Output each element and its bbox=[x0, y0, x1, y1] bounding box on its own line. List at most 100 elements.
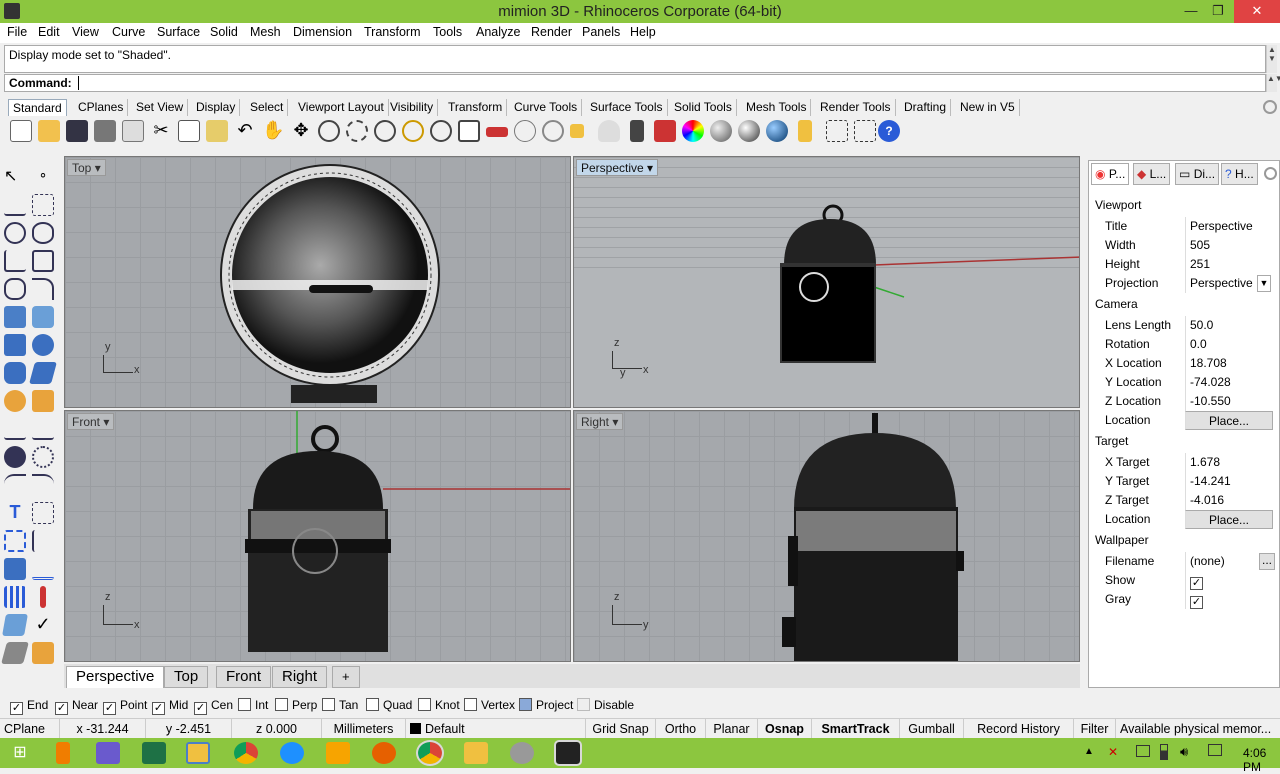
keyboard-icon[interactable] bbox=[1208, 744, 1222, 756]
cut-icon[interactable]: ✂ bbox=[150, 120, 172, 142]
camera-place-button[interactable]: Place... bbox=[1185, 411, 1273, 430]
help-icon[interactable]: ? bbox=[878, 120, 900, 142]
height-field[interactable]: 251 bbox=[1185, 255, 1273, 274]
title-field[interactable]: Perspective bbox=[1185, 217, 1273, 236]
vtab-front[interactable]: Front bbox=[216, 666, 272, 688]
menu-mesh[interactable]: Mesh bbox=[250, 25, 281, 39]
menu-curve[interactable]: Curve bbox=[112, 25, 145, 39]
box-icon[interactable] bbox=[4, 334, 26, 356]
command-line[interactable]: Command: bbox=[4, 74, 1266, 92]
gumball-icon[interactable] bbox=[854, 120, 876, 142]
tray-chevron-icon[interactable]: ▲ bbox=[1084, 746, 1094, 757]
offset-icon[interactable] bbox=[32, 474, 54, 496]
move-view-icon[interactable]: ✥ bbox=[290, 120, 312, 142]
explode-icon[interactable] bbox=[4, 390, 26, 412]
command-input[interactable] bbox=[78, 76, 83, 90]
text-icon[interactable]: T bbox=[4, 502, 26, 524]
chrome-running-icon[interactable] bbox=[416, 740, 444, 766]
dimension-icon[interactable] bbox=[32, 502, 54, 524]
restore-button[interactable]: ❐ bbox=[1203, 0, 1233, 23]
join-icon[interactable] bbox=[32, 418, 54, 440]
tab-curve-tools[interactable]: Curve Tools bbox=[510, 99, 583, 116]
menu-help[interactable]: Help bbox=[630, 25, 656, 39]
gear-icon[interactable] bbox=[1263, 100, 1277, 114]
extrude-curve-icon[interactable] bbox=[32, 306, 54, 328]
tab-set-view[interactable]: Set View bbox=[132, 99, 189, 116]
analyze-icon[interactable] bbox=[40, 586, 46, 608]
group-icon[interactable] bbox=[4, 446, 26, 468]
osnap-cen[interactable]: ✓ Cen bbox=[194, 697, 233, 715]
import-icon[interactable] bbox=[122, 120, 144, 142]
firefox-icon[interactable] bbox=[372, 742, 396, 764]
browse-button[interactable]: ... bbox=[1259, 553, 1275, 570]
projection-select[interactable]: Perspective ▼ bbox=[1185, 274, 1273, 293]
command-scrollbar[interactable]: ▲▼ bbox=[1266, 74, 1280, 92]
menu-dimension[interactable]: Dimension bbox=[293, 25, 352, 39]
viewport-perspective[interactable]: Perspective ▾ z y x bbox=[573, 156, 1080, 408]
osnap-disable[interactable]: Disable bbox=[577, 697, 634, 713]
osnap-vertex[interactable]: Vertex bbox=[464, 697, 515, 713]
internet-explorer-icon[interactable] bbox=[280, 742, 304, 764]
tab-mesh-tools[interactable]: Mesh Tools bbox=[742, 99, 812, 116]
boolean-union-icon[interactable] bbox=[32, 334, 54, 356]
tab-standard[interactable]: Standard bbox=[8, 99, 67, 116]
viewport-label-front[interactable]: Front ▾ bbox=[67, 413, 115, 430]
tab-drafting[interactable]: Drafting bbox=[900, 99, 952, 116]
vtab-right[interactable]: Right bbox=[272, 666, 328, 688]
color-wheel-icon[interactable] bbox=[682, 120, 704, 142]
fillet-curve-icon[interactable] bbox=[32, 278, 54, 300]
tab-new-in-v5[interactable]: New in V5 bbox=[956, 99, 1020, 116]
history-scrollbar[interactable]: ▲ ▼ bbox=[1266, 45, 1277, 73]
viewport-label-perspective[interactable]: Perspective ▾ bbox=[576, 159, 659, 176]
tab-render-tools[interactable]: Render Tools bbox=[816, 99, 896, 116]
select-icon[interactable] bbox=[570, 124, 584, 138]
osnap-knot[interactable]: Knot bbox=[418, 697, 460, 713]
zoom-window-icon[interactable] bbox=[346, 120, 368, 142]
polygon-icon[interactable] bbox=[4, 278, 26, 300]
new-file-icon[interactable] bbox=[10, 120, 32, 142]
gray-checkbox[interactable]: ✓ bbox=[1190, 596, 1203, 609]
tab-layers[interactable]: ◆ L... bbox=[1133, 163, 1171, 185]
menu-view[interactable]: View bbox=[72, 25, 99, 39]
viewport-label-right[interactable]: Right ▾ bbox=[576, 413, 624, 430]
cplane-icon[interactable] bbox=[514, 120, 536, 142]
osnap-end[interactable]: ✓ End bbox=[10, 697, 48, 715]
shaded-sphere-icon[interactable] bbox=[710, 120, 732, 142]
curve-icon[interactable] bbox=[32, 194, 54, 216]
trim-icon[interactable] bbox=[32, 390, 54, 412]
menu-render[interactable]: Render bbox=[531, 25, 572, 39]
vlc-icon[interactable] bbox=[56, 742, 70, 764]
tab-cplanes[interactable]: CPlanes bbox=[74, 99, 129, 116]
osnap-perp[interactable]: Perp bbox=[275, 697, 317, 713]
status-gumball[interactable]: Gumball bbox=[900, 719, 964, 739]
point-icon[interactable]: ∘ bbox=[32, 166, 54, 188]
osnap-mid[interactable]: ✓ Mid bbox=[152, 697, 188, 715]
zoom-icon[interactable] bbox=[318, 120, 340, 142]
osnap-int[interactable]: Int bbox=[238, 697, 268, 713]
surface-icon[interactable] bbox=[2, 614, 28, 636]
tab-display[interactable]: ▭ Di... bbox=[1175, 163, 1220, 185]
split-icon[interactable] bbox=[4, 418, 26, 440]
menu-panels[interactable]: Panels bbox=[582, 25, 620, 39]
viewport-right[interactable]: Right ▾ z y bbox=[573, 410, 1080, 662]
mirror-icon[interactable] bbox=[32, 530, 54, 552]
status-ortho[interactable]: Ortho bbox=[656, 719, 706, 739]
four-viewports-icon[interactable] bbox=[458, 120, 480, 142]
add-viewport-tab[interactable]: + bbox=[332, 666, 360, 688]
open-folder-icon[interactable] bbox=[38, 120, 60, 142]
pan-hand-icon[interactable]: ✋ bbox=[262, 120, 284, 142]
status-cplane[interactable]: CPlane bbox=[0, 719, 60, 739]
tab-surface-tools[interactable]: Surface Tools bbox=[586, 99, 668, 116]
osnap-project[interactable]: Project bbox=[519, 697, 573, 713]
menu-analyze[interactable]: Analyze bbox=[476, 25, 520, 39]
tab-solid-tools[interactable]: Solid Tools bbox=[670, 99, 737, 116]
y-target-field[interactable]: -14.241 bbox=[1185, 472, 1273, 491]
lock-icon[interactable] bbox=[630, 120, 644, 142]
tab-properties[interactable]: ◉ P... bbox=[1091, 163, 1130, 185]
arc-icon[interactable] bbox=[4, 250, 26, 272]
tab-select[interactable]: Select bbox=[246, 99, 289, 116]
folder-icon[interactable] bbox=[464, 742, 488, 764]
z-location-field[interactable]: -10.550 bbox=[1185, 392, 1273, 411]
x-target-field[interactable]: 1.678 bbox=[1185, 453, 1273, 472]
surface-corner-icon[interactable] bbox=[4, 306, 26, 328]
